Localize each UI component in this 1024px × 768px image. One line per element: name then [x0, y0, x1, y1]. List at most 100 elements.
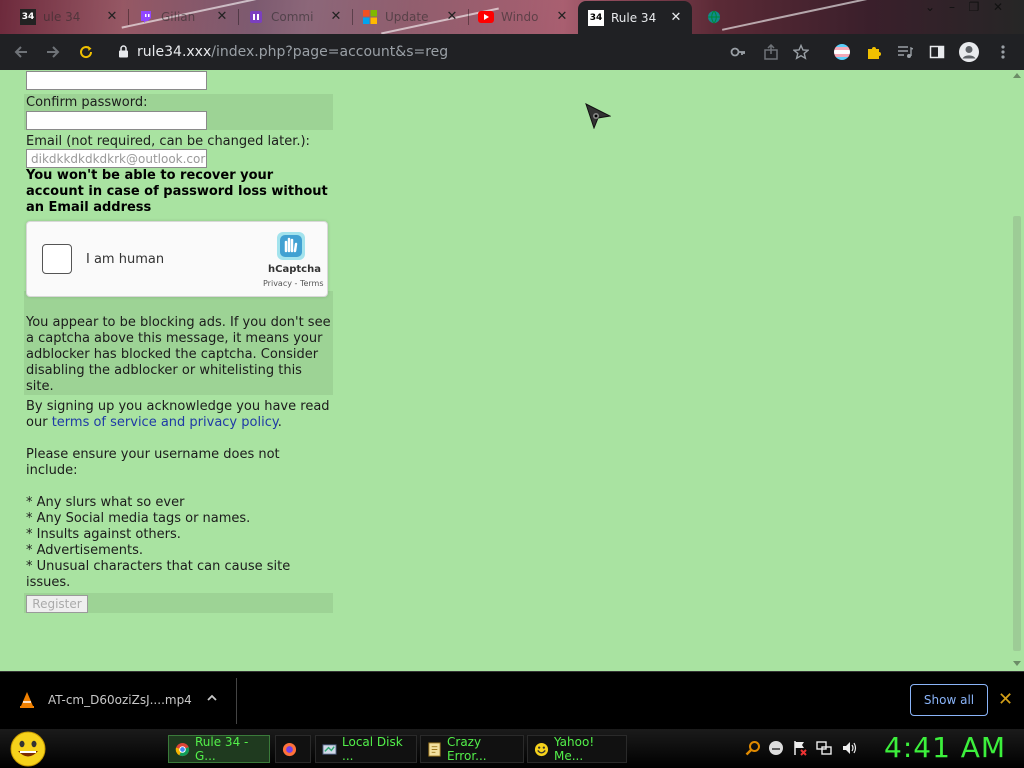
address-bar[interactable]: rule34.xxx/index.php?page=account&s=reg — [108, 38, 818, 66]
action-center-flag-icon[interactable] — [792, 740, 808, 756]
email-field[interactable] — [26, 149, 207, 168]
tos-link[interactable]: terms of service and privacy policy — [52, 415, 278, 430]
maximize-icon[interactable]: ❐ — [962, 0, 986, 16]
share-icon[interactable] — [760, 41, 782, 63]
scroll-down-icon[interactable] — [1013, 661, 1021, 666]
tab-rule34-1[interactable]: 34 ule 34 ✕ — [10, 2, 128, 32]
download-filename[interactable]: AT-cm_D60oziZsJ....mp4 — [48, 693, 192, 707]
tab-youtube[interactable]: Windo ✕ — [468, 2, 578, 32]
scrollbar-thumb[interactable] — [1013, 216, 1021, 651]
window-close-icon[interactable]: ✕ — [986, 0, 1010, 16]
tab-microsoft[interactable]: Update ✕ — [352, 2, 468, 32]
lock-icon[interactable] — [118, 43, 129, 62]
rule34-favicon-icon: 34 — [20, 9, 36, 25]
email-label: Email (not required, can be changed late… — [26, 134, 310, 149]
captcha-label: I am human — [86, 252, 165, 267]
tab-rule34-active[interactable]: 34 Rule 34 ✕ — [578, 1, 692, 34]
key-icon[interactable] — [727, 41, 749, 63]
pride-flag-extension-icon[interactable] — [831, 41, 853, 63]
mouse-cursor-icon — [585, 103, 612, 133]
tab-twitch[interactable]: Gilian ✕ — [128, 2, 238, 32]
close-icon[interactable]: ✕ — [328, 9, 344, 25]
hcaptcha-brand: hCaptcha — [268, 264, 321, 275]
wallpaper-streak — [721, 0, 919, 31]
page-scrollbar[interactable] — [1010, 70, 1024, 671]
taskbar-task-firefox[interactable] — [275, 735, 311, 763]
firefox-icon — [282, 742, 297, 757]
taskbar-task-chrome[interactable]: Rule 34 - G... — [168, 735, 270, 763]
hcaptcha-widget[interactable]: I am human hCaptcha Privacy - Terms — [26, 221, 328, 297]
globe-icon — [706, 9, 722, 25]
extensions-puzzle-icon[interactable] — [863, 41, 885, 63]
close-icon[interactable]: ✕ — [554, 9, 570, 25]
youtube-icon — [478, 9, 494, 25]
close-download-bar-icon[interactable]: ✕ — [998, 689, 1013, 710]
show-all-button[interactable]: Show all — [910, 684, 988, 716]
task-label: Yahoo! Me... — [554, 735, 595, 763]
scroll-up-icon[interactable] — [1013, 73, 1021, 78]
close-icon[interactable]: ✕ — [104, 9, 120, 25]
email-warning: You won't be able to recover your accoun… — [26, 168, 328, 215]
list-item: * Any Social media tags or names. — [26, 511, 251, 526]
back-icon[interactable] — [10, 41, 32, 63]
app-favicon-icon — [248, 9, 264, 25]
taskbar-task-yahoo[interactable]: Yahoo! Me... — [527, 735, 627, 763]
tab-search-icon[interactable]: ⌄ — [918, 0, 942, 16]
page-content: Confirm password: Email (not required, c… — [0, 70, 1010, 671]
tab-label: Commi — [271, 10, 314, 24]
media-control-icon[interactable] — [894, 41, 916, 63]
adblock-notice: You appear to be blocking ads. If you do… — [26, 315, 331, 394]
tab-label: ule 34 — [43, 10, 81, 24]
tab-label: Update — [385, 10, 429, 24]
list-item: * Unusual characters that can cause site… — [26, 559, 291, 590]
tos-notice: By signing up you acknowledge you have r… — [26, 399, 331, 431]
yahoo-icon — [534, 742, 549, 757]
tab-globe[interactable] — [696, 2, 736, 32]
microsoft-icon — [362, 9, 378, 25]
search-icon[interactable] — [745, 740, 761, 756]
divider — [236, 678, 237, 724]
twitch-icon — [138, 9, 154, 25]
password-field[interactable] — [26, 71, 207, 90]
task-label: Rule 34 - G... — [195, 735, 249, 763]
close-icon[interactable]: ✕ — [444, 9, 460, 25]
start-orb-smiley-icon[interactable] — [9, 730, 47, 768]
reload-icon[interactable] — [75, 41, 97, 63]
hcaptcha-privacy-terms-links[interactable]: Privacy - Terms — [263, 279, 324, 288]
hcaptcha-logo-icon — [275, 230, 307, 262]
register-button[interactable]: Register — [26, 595, 88, 613]
network-icon[interactable] — [816, 740, 832, 756]
list-item: * Insults against others. — [26, 527, 181, 542]
confirm-password-field[interactable] — [26, 111, 207, 130]
list-item: * Any slurs what so ever — [26, 495, 185, 510]
chrome-icon — [175, 742, 190, 757]
taskbar-task-crazy-error[interactable]: Crazy Error... — [420, 735, 524, 763]
chevron-up-icon[interactable] — [206, 692, 218, 707]
vlc-file-icon — [18, 691, 36, 713]
kebab-menu-icon[interactable] — [992, 41, 1014, 63]
username-rules-list: * Any slurs what so ever * Any Social me… — [26, 495, 331, 591]
browser-toolbar: rule34.xxx/index.php?page=account&s=reg — [0, 34, 1024, 70]
side-panel-icon[interactable] — [926, 41, 948, 63]
confirm-password-label: Confirm password: — [26, 95, 148, 110]
captcha-checkbox[interactable] — [42, 244, 72, 274]
taskbar-task-local-disk[interactable]: Local Disk ... — [315, 735, 417, 763]
tab-label: Gilian — [161, 10, 196, 24]
close-icon[interactable]: ✕ — [668, 10, 684, 26]
system-clock[interactable]: 4:41 AM — [884, 731, 1006, 764]
taskbar: Rule 34 - G... Local Disk ... Crazy Erro… — [0, 729, 1024, 768]
volume-icon[interactable] — [841, 740, 857, 756]
profile-avatar-icon[interactable] — [958, 41, 980, 63]
tab-label: Rule 34 — [611, 10, 657, 25]
tab-purple[interactable]: Commi ✕ — [238, 2, 352, 32]
forward-icon[interactable] — [42, 41, 64, 63]
tab-label: Windo — [501, 10, 539, 24]
url-path: /index.php?page=account&s=reg — [211, 44, 449, 60]
close-icon[interactable]: ✕ — [214, 9, 230, 25]
minimize-icon[interactable]: – — [940, 0, 964, 16]
bookmark-star-icon[interactable] — [790, 41, 812, 63]
task-label: Local Disk ... — [342, 735, 403, 763]
tos-suffix: . — [277, 415, 282, 430]
emoji-tray-icon[interactable] — [768, 740, 784, 756]
drive-icon — [322, 742, 337, 757]
